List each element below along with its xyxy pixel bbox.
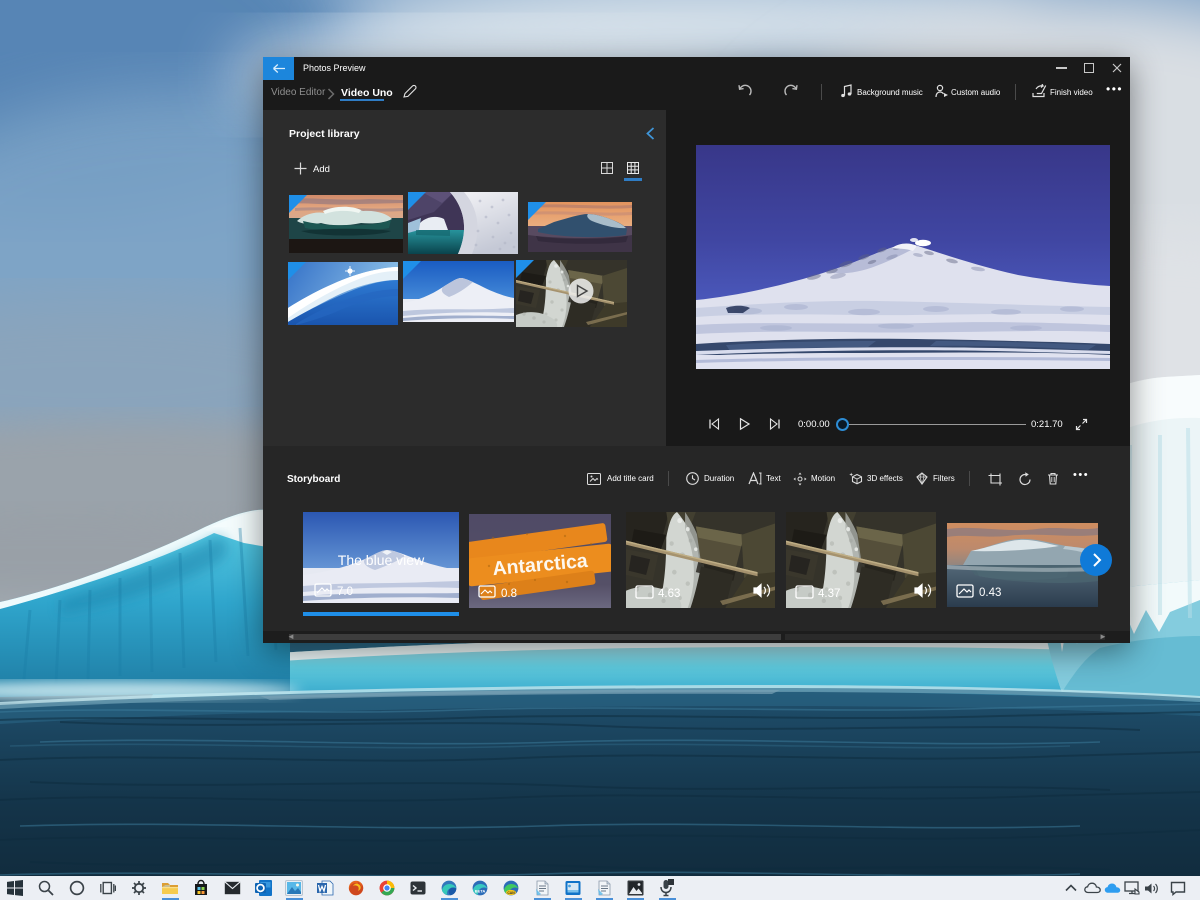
svg-text:BETA: BETA [475, 889, 486, 894]
svg-text:7.0: 7.0 [337, 586, 353, 598]
svg-text:4.37: 4.37 [818, 588, 840, 600]
svg-text:4.63: 4.63 [658, 588, 680, 600]
svg-text:0.8: 0.8 [501, 588, 517, 600]
svg-text:CAN: CAN [507, 891, 515, 895]
svg-text:0.43: 0.43 [979, 587, 1001, 599]
svg-text:The blue view: The blue view [338, 552, 425, 568]
